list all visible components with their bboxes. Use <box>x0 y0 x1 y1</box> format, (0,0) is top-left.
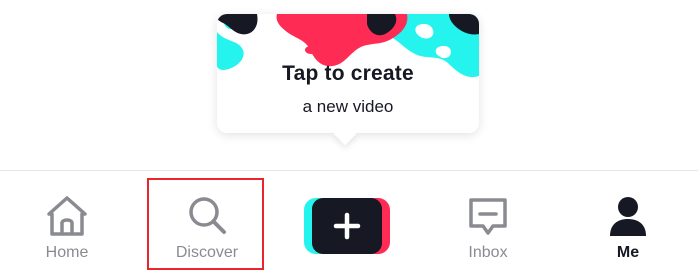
tiktok-screen: Tap to create a new video Home Discover … <box>0 0 698 279</box>
home-icon <box>47 196 87 236</box>
tooltip-subtitle: a new video <box>302 97 394 116</box>
tab-me[interactable]: Me <box>563 171 693 279</box>
tab-home-label: Home <box>45 244 89 261</box>
plus-icon <box>333 212 361 240</box>
tab-me-label: Me <box>616 244 640 261</box>
message-icon <box>469 198 507 235</box>
tab-inbox-label: Inbox <box>468 244 508 261</box>
profile-icon <box>610 197 646 236</box>
tab-inbox[interactable]: Inbox <box>423 171 553 279</box>
create-button[interactable] <box>304 198 390 254</box>
tab-home[interactable]: Home <box>2 171 132 279</box>
discover-highlight-box <box>147 178 264 270</box>
tooltip-title: Tap to create <box>282 62 414 85</box>
create-tooltip[interactable]: Tap to create a new video <box>217 14 479 146</box>
